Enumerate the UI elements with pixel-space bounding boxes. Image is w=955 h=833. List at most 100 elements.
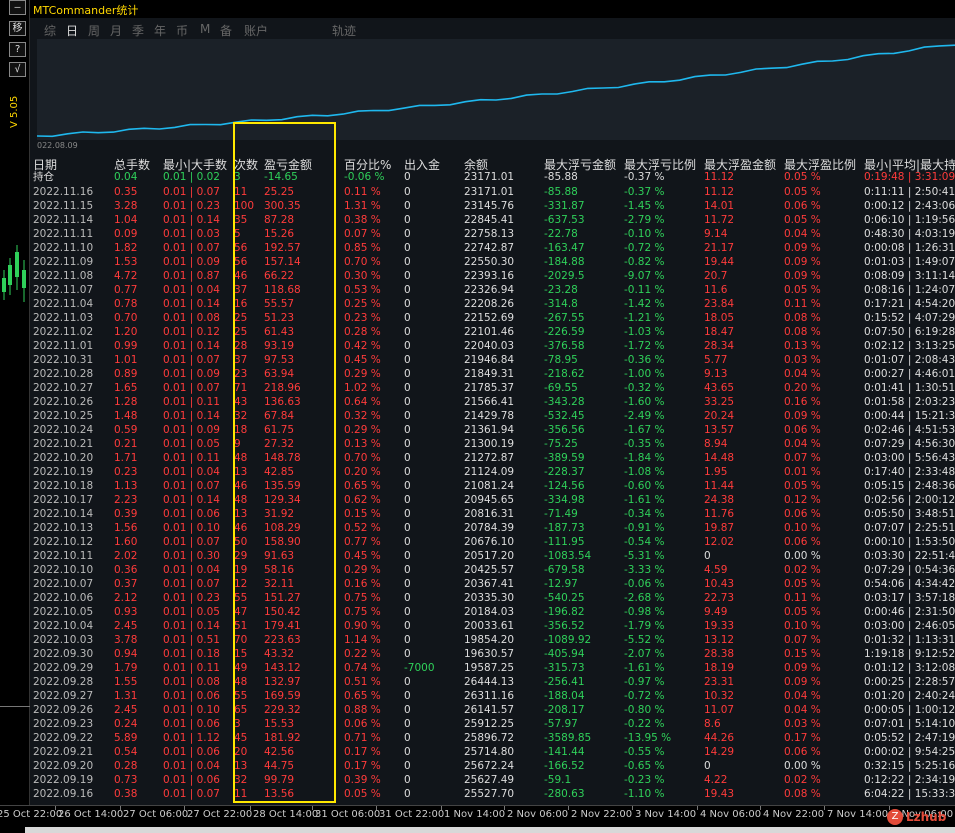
table-cell: 0:08:16 | 1:24:07 | 8: (864, 284, 955, 296)
table-cell: 23171.01 (464, 171, 515, 183)
time-tick (632, 806, 633, 810)
tab-1[interactable]: 日 (66, 22, 78, 39)
table-cell: 0 (404, 200, 411, 212)
tab-5[interactable]: 年 (154, 22, 166, 39)
table-cell: 0:01:20 | 2:40:24 | 1 (864, 690, 955, 702)
table-cell: 0.04 % (784, 438, 821, 450)
table-cell: 2022.11.10 (33, 242, 94, 254)
table-cell: 0 (404, 382, 411, 394)
tab-2[interactable]: 周 (88, 22, 100, 39)
table-cell: 2022.11.08 (33, 270, 94, 282)
table-cell: 2.45 (114, 620, 138, 632)
table-cell: 0.01 | 0.06 (163, 718, 220, 730)
table-cell: -356.56 (544, 424, 585, 436)
table-cell: 0.00 % (784, 760, 821, 772)
table-cell: 0.01 | 0.04 (163, 284, 220, 296)
table-cell: -0.54 % (624, 536, 665, 548)
table-cell: 0.01 | 0.23 (163, 592, 220, 604)
table-cell: 1.04 (114, 214, 138, 226)
table-cell: 0.70 % (344, 256, 381, 268)
table-cell: 28.38 (704, 648, 735, 660)
table-cell: 2022.09.16 (33, 788, 94, 800)
table-cell: 0:32:15 | 5:25:16 | 1 (864, 760, 955, 772)
table-cell: 0:48:30 | 4:03:19 | 7: (864, 228, 955, 240)
table-cell: 0.01 | 0.51 (163, 634, 220, 646)
table-cell: 0.11 % (344, 186, 381, 198)
tab-10[interactable]: 轨迹 (332, 22, 356, 39)
table-cell: 0.05 % (784, 214, 821, 226)
table-cell: 0.35 (114, 186, 138, 198)
table-cell: -389.59 (544, 452, 585, 464)
tab-0[interactable]: 综 (44, 22, 56, 39)
table-cell: 1.31 (114, 690, 138, 702)
table-cell: 0:07:01 | 5:14:10 | 8: (864, 718, 955, 730)
table-cell: 21566.41 (464, 396, 515, 408)
table-cell: 20425.57 (464, 564, 515, 576)
table-cell: 25672.24 (464, 760, 515, 772)
table-cell: 0 (404, 242, 411, 254)
table-cell: 14.01 (704, 200, 735, 212)
tab-7[interactable]: M (200, 22, 210, 36)
table-cell: -0.37 % (624, 171, 665, 183)
table-cell: 0.06 % (784, 200, 821, 212)
table-cell: 0.17 % (344, 760, 381, 772)
table-cell: 9.14 (704, 228, 728, 240)
table-cell: -12.97 (544, 578, 578, 590)
minimize-button[interactable]: — (9, 0, 26, 15)
table-cell: 0.00 % (784, 550, 821, 562)
table-cell: 0 (404, 228, 411, 240)
table-cell: 0.01 | 0.07 (163, 382, 220, 394)
table-cell: 2022.10.17 (33, 494, 94, 506)
move-button[interactable]: 移 (9, 21, 26, 36)
table-cell: 21849.31 (464, 368, 515, 380)
table-cell: 13.57 (704, 424, 735, 436)
check-button[interactable]: √ (9, 62, 26, 77)
help-button[interactable]: ? (9, 42, 26, 57)
table-cell: 6:04:22 | 15:33:35 | 2 (864, 788, 955, 800)
tab-9[interactable]: 账户 (244, 22, 268, 39)
table-cell: 21124.09 (464, 466, 515, 478)
table-cell: 0.85 % (344, 242, 381, 254)
table-cell: 0.01 | 0.14 (163, 340, 220, 352)
table-cell: 0:03:30 | 22:51:42 | 2 (864, 550, 955, 562)
table-cell: 0.03 % (784, 354, 821, 366)
table-cell: -228.37 (544, 466, 585, 478)
table-cell: 0.01 | 0.87 (163, 270, 220, 282)
table-cell: -0.10 % (624, 228, 665, 240)
table-cell: -1.21 % (624, 312, 665, 324)
table-cell: 2022.10.06 (33, 592, 94, 604)
table-cell: 21946.84 (464, 354, 515, 366)
table-cell: 0.07 % (784, 452, 821, 464)
table-cell: 21272.87 (464, 452, 515, 464)
time-tick (504, 806, 505, 810)
time-label: 3 Nov 14:00 (635, 809, 697, 820)
table-cell: 0.28 (114, 760, 138, 772)
table-cell: 0.05 % (784, 578, 821, 590)
table-cell: 43.65 (704, 382, 735, 394)
tab-4[interactable]: 季 (132, 22, 144, 39)
table-cell: 0.06 % (784, 536, 821, 548)
table-cell: 0.04 % (784, 368, 821, 380)
tab-3[interactable]: 月 (110, 22, 122, 39)
tab-6[interactable]: 币 (176, 22, 188, 39)
table-cell: -57.97 (544, 718, 578, 730)
table-cell: 14.29 (704, 746, 735, 758)
table-cell: 0:00:08 | 1:26:31 | 1 (864, 242, 955, 254)
table-cell: -314.8 (544, 298, 578, 310)
table-cell: 0:03:17 | 3:57:18 | 1 (864, 592, 955, 604)
table-cell: 0.01 | 0.18 (163, 648, 220, 660)
time-label: 27 Oct 06:00 (123, 809, 189, 820)
table-cell: -7000 (404, 662, 435, 674)
table-cell: 19587.25 (464, 662, 515, 674)
table-cell: 22742.87 (464, 242, 515, 254)
table-cell: -188.04 (544, 690, 585, 702)
table-cell: 0.01 | 0.07 (163, 480, 220, 492)
table-cell: 2022.09.21 (33, 746, 94, 758)
table-cell: 11.12 (704, 171, 735, 183)
tab-8[interactable]: 备 (220, 22, 232, 39)
table-cell: 18.47 (704, 326, 735, 338)
table-cell: 22393.16 (464, 270, 515, 282)
table-cell: 0.01 | 0.30 (163, 550, 220, 562)
table-cell: -163.47 (544, 242, 585, 254)
table-cell: 0.01 | 0.05 (163, 606, 220, 618)
